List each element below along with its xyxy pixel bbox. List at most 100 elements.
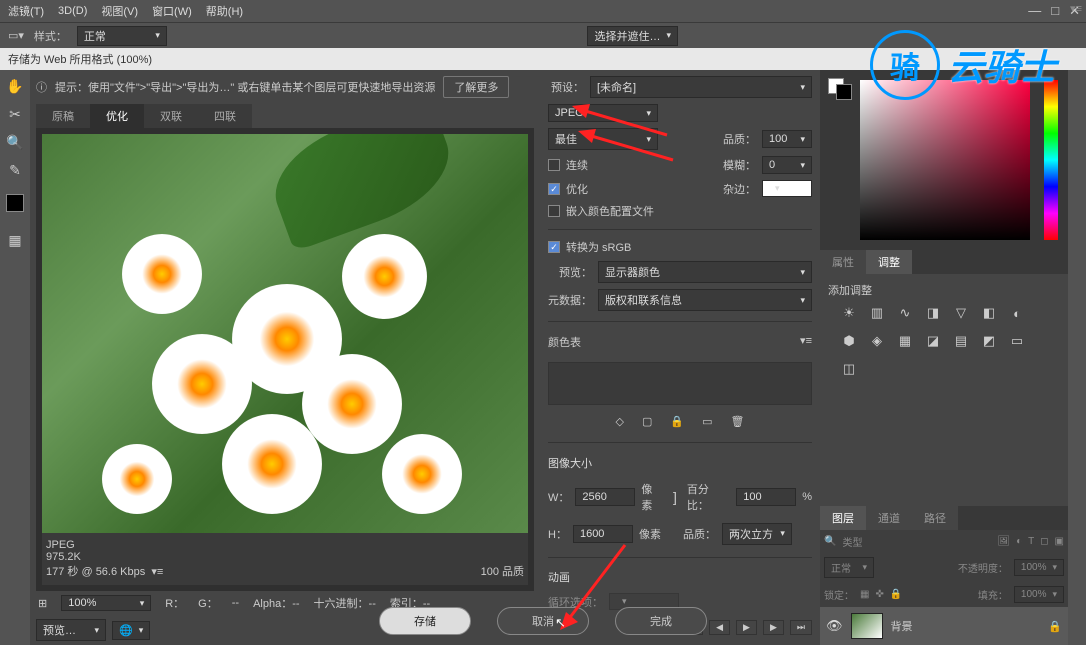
eyedropper-tool-icon[interactable]: ✎ xyxy=(5,160,25,180)
preview-profile-select[interactable]: 显示器颜色 xyxy=(598,261,812,283)
tab-layers[interactable]: 图层 xyxy=(820,506,866,530)
adj-posterize-icon[interactable]: ▤ xyxy=(952,332,970,350)
cursor-icon: ↖ xyxy=(555,615,566,631)
image-size-label: 图像大小 xyxy=(548,453,812,473)
tool-preset-icon[interactable]: ▭▾ xyxy=(8,29,24,42)
adj-color-lookup-icon[interactable]: ▦ xyxy=(896,332,914,350)
hand-tool-icon[interactable]: ✋ xyxy=(5,76,25,96)
next-frame-icon[interactable]: ▶ xyxy=(763,620,784,635)
ct-new-icon[interactable]: ▭ xyxy=(702,415,712,428)
metadata-select[interactable]: 版权和联系信息 xyxy=(598,289,812,311)
save-button[interactable]: 存储 xyxy=(379,607,471,635)
matte-select[interactable] xyxy=(762,180,812,197)
menu-filter[interactable]: 滤镜(T) xyxy=(8,3,44,19)
slice-tool-icon[interactable]: ✂ xyxy=(5,104,25,124)
resample-select[interactable]: 两次立方 xyxy=(722,523,792,545)
tab-adjustments[interactable]: 调整 xyxy=(866,250,912,274)
play-icon[interactable]: ▶ xyxy=(736,620,757,635)
layers-panel: 🔍 类型 🖼 ◐ T ◻ ▣ 正常 不透明度： 100% 锁定： ▦ ✜ 🔒 xyxy=(820,530,1068,645)
minimize-icon[interactable]: — xyxy=(1028,3,1041,19)
menu-window[interactable]: 窗口(W) xyxy=(152,3,192,19)
grid-icon[interactable]: ⊞ xyxy=(38,597,47,610)
adj-exposure-icon[interactable]: ◨ xyxy=(924,304,942,322)
layer-row-background[interactable]: 👁 背景 🔒 xyxy=(820,607,1068,645)
optimized-checkbox[interactable] xyxy=(548,183,560,195)
style-label: 样式： xyxy=(34,28,67,44)
embed-profile-checkbox[interactable] xyxy=(548,205,560,217)
filter-image-icon[interactable]: 🖼 xyxy=(997,536,1010,547)
fg-bg-swatches[interactable] xyxy=(828,78,852,100)
tab-optimized[interactable]: 优化 xyxy=(90,104,144,128)
blend-mode-select[interactable]: 正常 xyxy=(824,557,874,578)
toggle-slices-icon[interactable]: ▦ xyxy=(5,230,25,250)
adj-invert-icon[interactable]: ◪ xyxy=(924,332,942,350)
tab-4up[interactable]: 四联 xyxy=(198,104,252,128)
preview-browser-button[interactable]: 预览… xyxy=(36,619,106,641)
opacity-select[interactable]: 100% xyxy=(1014,559,1064,576)
tab-properties[interactable]: 属性 xyxy=(820,250,866,274)
adj-bw-icon[interactable]: ◐ xyxy=(1008,304,1026,322)
adj-photo-filter-icon[interactable]: ⬢ xyxy=(840,332,858,350)
ct-shift-icon[interactable]: ▢ xyxy=(642,415,652,428)
browser-select[interactable]: 🌐 xyxy=(112,621,150,640)
progressive-checkbox[interactable] xyxy=(548,159,560,171)
adj-curves-icon[interactable]: ∿ xyxy=(896,304,914,322)
zoom-tool-icon[interactable]: 🔍 xyxy=(5,132,25,152)
hue-slider[interactable] xyxy=(1044,80,1058,240)
adj-brightness-icon[interactable]: ☀ xyxy=(840,304,858,322)
ct-lock-icon[interactable]: 🔒 xyxy=(670,415,684,428)
adj-selective-color-icon[interactable]: ◫ xyxy=(840,360,858,378)
link-icon[interactable]: ] xyxy=(673,489,677,505)
tab-paths[interactable]: 路径 xyxy=(912,506,958,530)
adj-levels-icon[interactable]: ▥ xyxy=(868,304,886,322)
filter-adjust-icon[interactable]: ◐ xyxy=(1016,536,1022,547)
tab-channels[interactable]: 通道 xyxy=(866,506,912,530)
filter-smart-icon[interactable]: ▣ xyxy=(1055,536,1064,547)
quality-value-select[interactable]: 100 xyxy=(762,130,812,148)
adj-threshold-icon[interactable]: ◩ xyxy=(980,332,998,350)
prev-frame-icon[interactable]: ◀ xyxy=(709,620,730,635)
tab-2up[interactable]: 双联 xyxy=(144,104,198,128)
filter-type-icon[interactable]: T xyxy=(1028,536,1034,547)
ct-trash-icon[interactable]: 🗑 xyxy=(731,415,745,428)
lock-position-icon[interactable]: ✜ xyxy=(875,589,883,600)
menubar: 滤镜(T) 3D(D) 视图(V) 窗口(W) 帮助(H) xyxy=(0,0,1086,22)
color-field[interactable] xyxy=(860,80,1030,240)
select-mask-button[interactable]: 选择并遮住… xyxy=(587,26,678,46)
adj-hue-icon[interactable]: ◧ xyxy=(980,304,998,322)
adj-channel-mixer-icon[interactable]: ◈ xyxy=(868,332,886,350)
tab-original[interactable]: 原稿 xyxy=(36,104,90,128)
main-area: ✋ ✂ 🔍 ✎ ▦ ⓘ 提示：使用"文件">"导出">"导出为…" 或右键单击某… xyxy=(0,70,1086,645)
layer-thumbnail[interactable] xyxy=(851,613,883,639)
percent-input[interactable] xyxy=(736,488,796,506)
menu-help[interactable]: 帮助(H) xyxy=(206,3,243,19)
image-preview[interactable] xyxy=(42,134,528,533)
fill-select[interactable]: 100% xyxy=(1014,586,1064,603)
hint-row: ⓘ 提示：使用"文件">"导出">"导出为…" 或右键单击某个图层可更快速地导出… xyxy=(36,74,534,104)
lock-pixels-icon[interactable]: ▦ xyxy=(860,589,869,600)
filter-kind-icon[interactable]: 🔍 xyxy=(824,536,836,547)
metadata-label: 元数据： xyxy=(548,292,592,308)
adj-vibrance-icon[interactable]: ▽ xyxy=(952,304,970,322)
menu-3d[interactable]: 3D(D) xyxy=(58,5,87,17)
layer-lock-icon[interactable]: 🔒 xyxy=(1048,620,1062,633)
filter-shape-icon[interactable]: ◻ xyxy=(1040,536,1048,547)
speed-menu-icon[interactable]: ▾≡ xyxy=(151,566,163,578)
preset-select[interactable]: [未命名] xyxy=(590,76,812,98)
lock-all-icon[interactable]: 🔒 xyxy=(890,589,902,600)
fill-label: 填充： xyxy=(978,587,1008,602)
visibility-icon[interactable]: 👁 xyxy=(826,618,843,634)
zoom-select[interactable]: 100% xyxy=(61,595,151,611)
color-table-flyout-icon[interactable]: ▾≡ xyxy=(800,334,812,350)
style-select[interactable]: 正常 xyxy=(77,26,167,46)
srgb-checkbox[interactable] xyxy=(548,241,560,253)
adj-gradient-map-icon[interactable]: ▭ xyxy=(1008,332,1026,350)
last-frame-icon[interactable]: ⏭ xyxy=(790,620,812,635)
width-input[interactable] xyxy=(575,488,635,506)
maximize-icon[interactable]: □ xyxy=(1051,3,1059,19)
preset-flyout-icon[interactable]: ▾≡ xyxy=(1070,2,1082,15)
ct-eyedropper-icon[interactable]: ◇ xyxy=(616,415,624,428)
blur-select[interactable]: 0 xyxy=(762,156,812,174)
menu-view[interactable]: 视图(V) xyxy=(101,3,138,19)
learn-more-button[interactable]: 了解更多 xyxy=(443,76,509,98)
